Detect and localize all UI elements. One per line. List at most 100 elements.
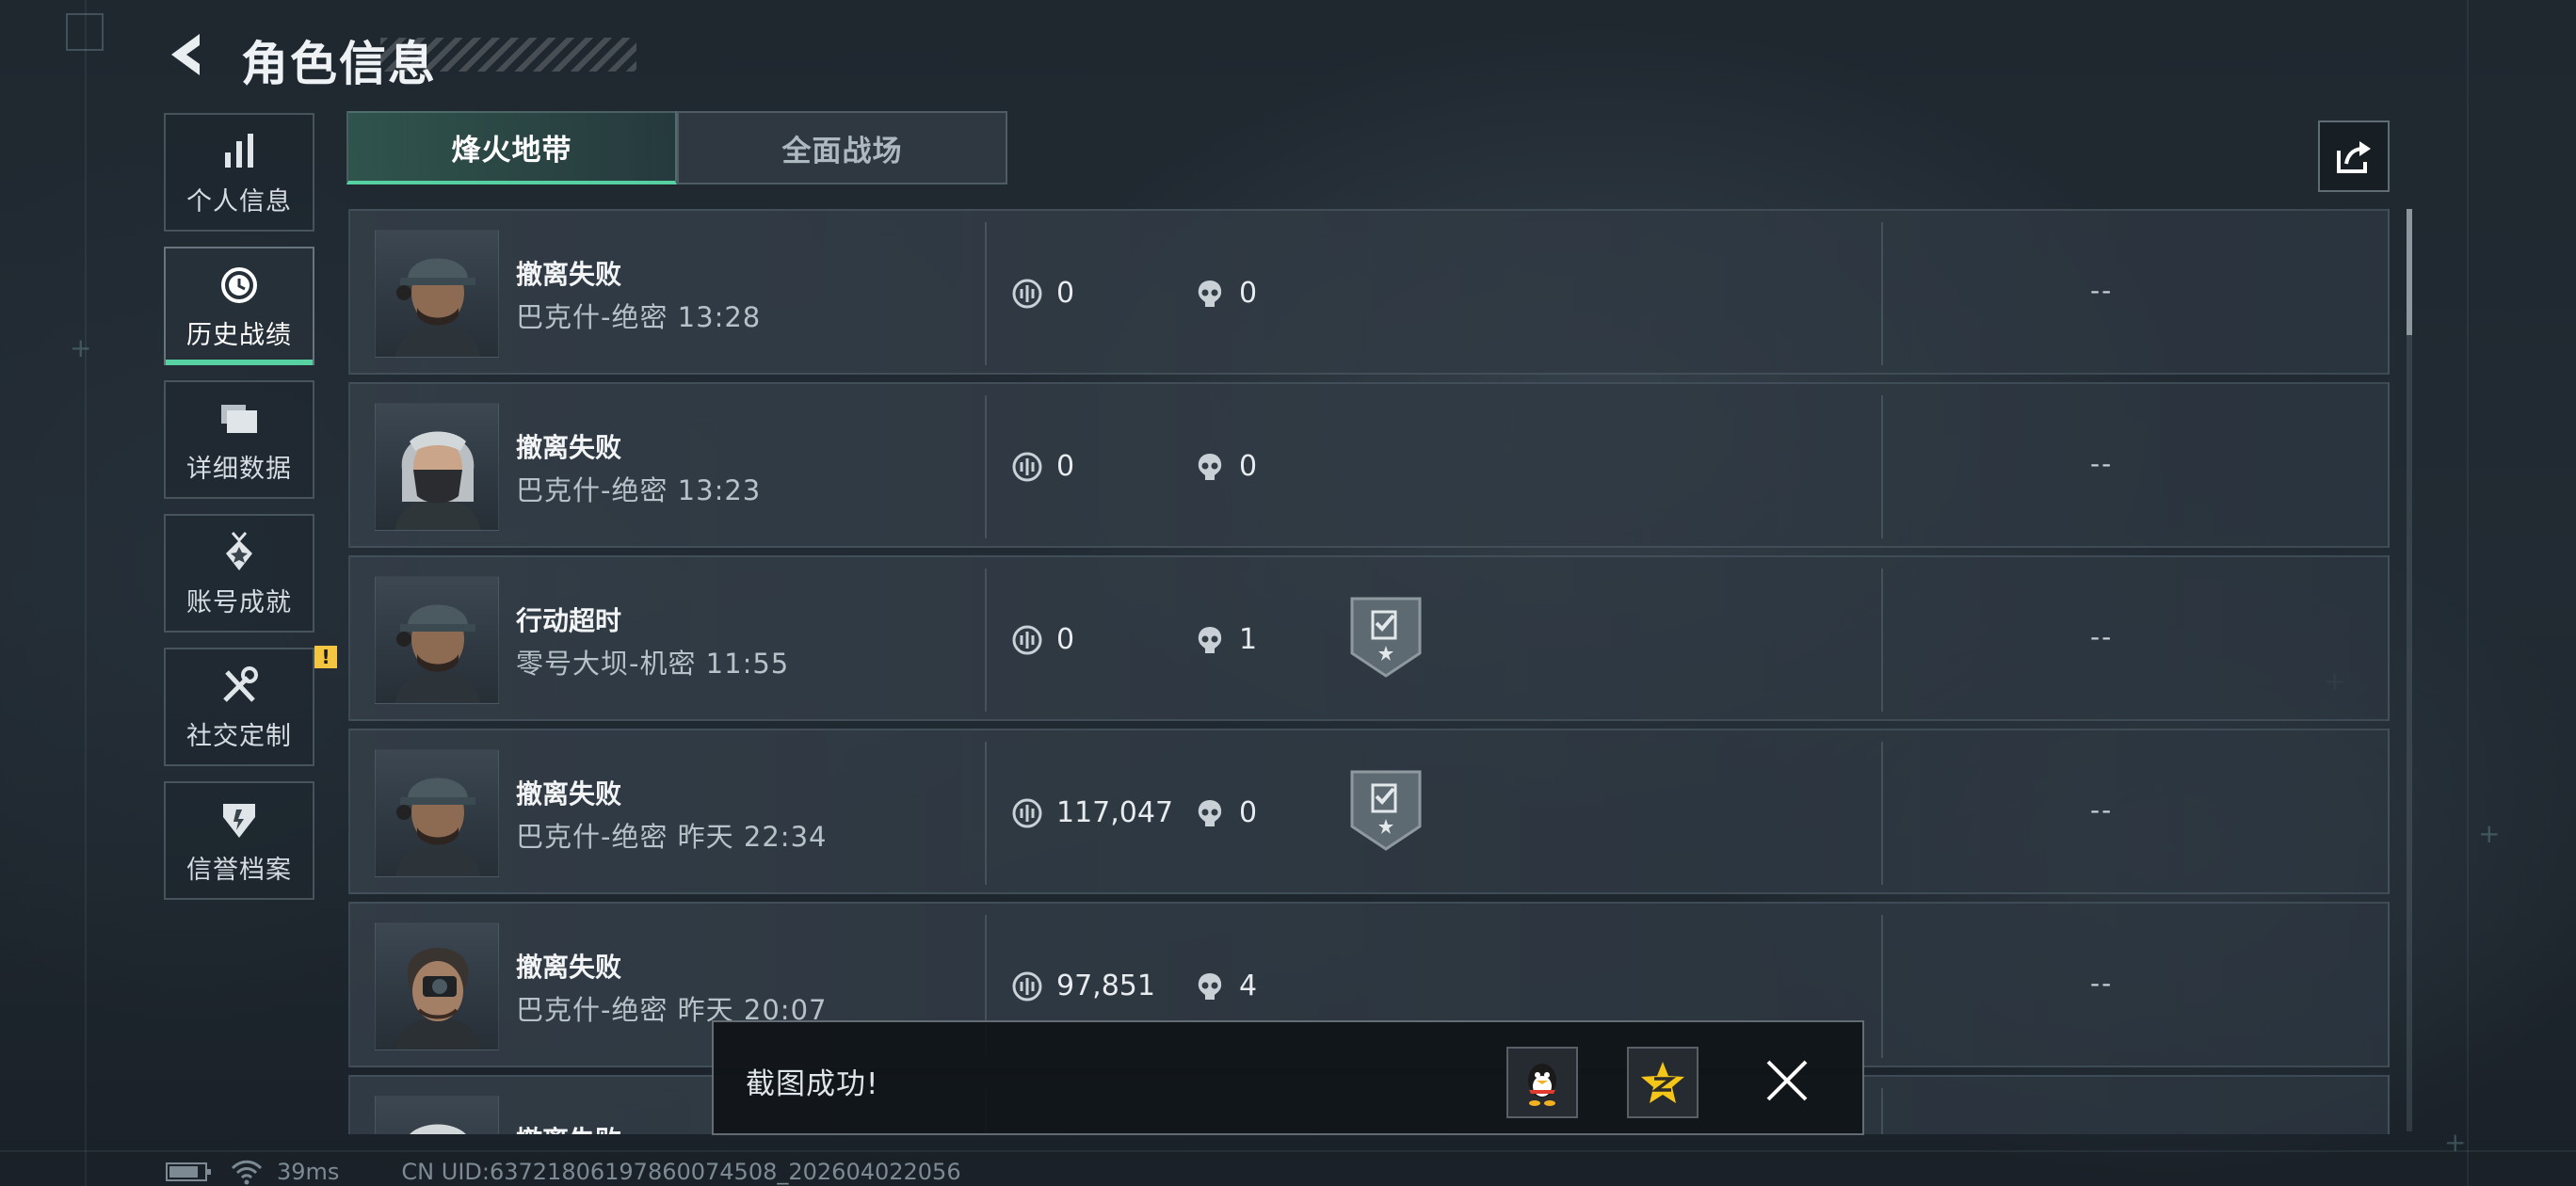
tab-battlefield[interactable]: 全面战场	[677, 111, 1007, 184]
value-stat: 117,047	[1011, 796, 1173, 829]
screenshot-toast: 截图成功!	[712, 1020, 1864, 1135]
sidebar-item-label: 信誉档案	[186, 855, 292, 885]
title-decoration	[380, 38, 636, 72]
kills-count: 0	[1239, 277, 1258, 310]
medal-icon	[226, 531, 252, 570]
match-extra: --	[2090, 968, 2114, 999]
match-row[interactable]: 撤离失败 巴克什-绝密 昨天 22:34 117,047 0 --	[348, 729, 2390, 894]
match-result: 撤离失败	[516, 432, 622, 463]
kills-stat: 4	[1194, 970, 1257, 1002]
operator-avatar	[375, 1096, 499, 1134]
match-result: 撤离失败	[516, 259, 622, 290]
share-button[interactable]	[2318, 120, 2390, 192]
bg-grid-line	[2467, 0, 2469, 1186]
match-extra: --	[2090, 621, 2114, 652]
ping-readout: 39ms	[277, 1159, 340, 1185]
kills-stat: 0	[1194, 450, 1257, 483]
match-result: 撤离失败	[516, 778, 622, 809]
row-divider	[985, 222, 987, 365]
value-stat: 0	[1011, 623, 1074, 656]
sidebar-item-personal-info[interactable]: 个人信息	[164, 113, 314, 232]
mission-badge-icon	[1350, 597, 1422, 678]
qzone-star-icon	[1641, 1062, 1684, 1103]
coin-icon	[1012, 279, 1042, 308]
sidebar-item-reputation[interactable]: 信誉档案	[164, 781, 314, 900]
sidebar-item-achievements[interactable]: 账号成就	[164, 514, 314, 633]
row-divider	[985, 395, 987, 538]
bg-cross-icon: +	[2444, 1127, 2467, 1158]
skull-icon	[1198, 626, 1222, 653]
bg-grid-line	[0, 1150, 2576, 1152]
skull-icon	[1198, 799, 1222, 826]
row-divider	[985, 569, 987, 712]
sidebar-item-history[interactable]: 历史战绩	[164, 247, 314, 365]
match-map-time: 巴克什-绝密 13:23	[516, 474, 762, 506]
back-arrow-icon[interactable]	[162, 28, 215, 81]
coin-icon	[1012, 452, 1042, 481]
sidebar-item-label: 账号成就	[186, 587, 292, 617]
value-amount: 0	[1056, 277, 1075, 310]
row-divider	[985, 742, 987, 885]
shield-icon	[223, 803, 255, 838]
game-screen: + + + + 角色信息 个人信息 历史战绩	[0, 0, 2576, 1186]
match-extra: --	[2090, 448, 2114, 479]
match-result: 撤离失败	[516, 1120, 621, 1134]
match-row[interactable]: 行动超时 零号大坝-机密 11:55 0 1 --	[348, 555, 2390, 721]
kills-count: 0	[1239, 450, 1258, 483]
match-map-time: 巴克什-绝密 13:28	[516, 301, 762, 333]
wifi-icon	[231, 1160, 263, 1185]
match-map-time: 巴克什-绝密 昨天 22:34	[516, 821, 828, 853]
match-map-time: 零号大坝-机密 11:55	[516, 648, 790, 680]
corner-frame	[66, 13, 104, 51]
operator-avatar	[375, 230, 499, 358]
history-clock-icon	[221, 266, 257, 303]
coin-icon	[1012, 798, 1042, 827]
user-uid: CN UID:63721806197860074508_202604022056	[401, 1159, 961, 1185]
list-scrollbar[interactable]	[2407, 209, 2412, 1131]
row-divider	[1881, 395, 1883, 538]
skull-icon	[1198, 972, 1222, 1000]
bg-grid-line	[85, 0, 87, 1186]
tab-fenghuo[interactable]: 烽火地带	[346, 111, 677, 184]
match-history-list[interactable]: 撤离失败 巴克什-绝密 13:28 0 0 -- 撤离失败 巴克什-绝密 13:…	[348, 207, 2390, 1134]
sidebar-item-detailed-data[interactable]: 详细数据	[164, 380, 314, 499]
kills-stat: 0	[1194, 796, 1257, 829]
match-extra: --	[2090, 275, 2114, 306]
sidebar-item-label: 社交定制	[186, 721, 292, 751]
sidebar-item-label: 个人信息	[186, 186, 292, 216]
match-result: 撤离失败	[516, 952, 622, 983]
operator-avatar	[375, 922, 499, 1050]
bg-cross-icon: +	[70, 332, 92, 363]
match-row[interactable]: 撤离失败 巴克什-绝密 13:28 0 0 --	[348, 209, 2390, 375]
match-extra: --	[2090, 794, 2114, 825]
value-amount: 117,047	[1056, 796, 1174, 829]
kills-count: 0	[1239, 796, 1258, 829]
match-row[interactable]: 撤离失败 巴克什-绝密 13:23 0 0 --	[348, 382, 2390, 548]
sidebar-item-social[interactable]: 社交定制 !	[164, 646, 337, 766]
row-divider	[1881, 742, 1883, 885]
qq-penguin-icon	[1528, 1064, 1556, 1106]
row-divider	[1881, 222, 1883, 365]
close-icon[interactable]	[1761, 1054, 1813, 1107]
operator-avatar	[375, 403, 499, 531]
folder-icon	[221, 404, 257, 433]
match-result: 行动超时	[516, 605, 622, 636]
tools-icon	[223, 665, 258, 702]
share-icon	[2337, 141, 2371, 173]
share-qq-button[interactable]	[1506, 1047, 1578, 1118]
row-divider	[1881, 569, 1883, 712]
row-divider	[1881, 915, 1883, 1058]
battery-icon	[166, 1162, 211, 1181]
skull-icon	[1198, 280, 1222, 307]
kills-count: 1	[1239, 623, 1258, 656]
kills-stat: 0	[1194, 277, 1257, 310]
scrollbar-thumb[interactable]	[2407, 209, 2412, 335]
mode-tabs: 烽火地带 全面战场	[346, 111, 1007, 184]
coin-icon	[1012, 971, 1042, 1001]
value-stat: 0	[1011, 277, 1074, 310]
value-stat: 0	[1011, 450, 1074, 483]
operator-avatar	[375, 576, 499, 704]
share-qzone-button[interactable]	[1627, 1047, 1699, 1118]
skull-icon	[1198, 453, 1222, 480]
kills-count: 4	[1239, 970, 1258, 1002]
